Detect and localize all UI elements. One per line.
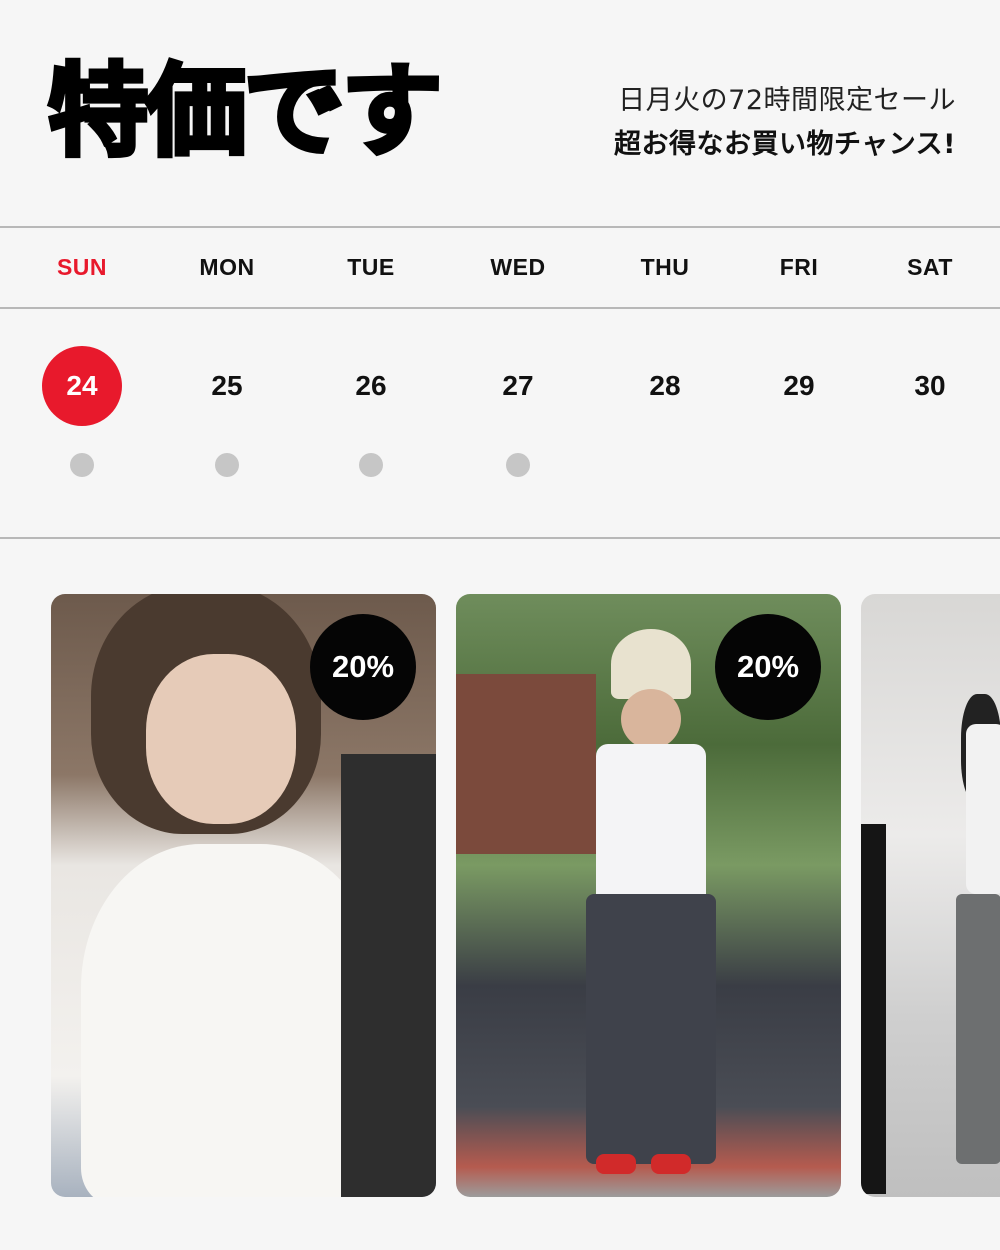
photo-background <box>341 754 436 1197</box>
date-25[interactable]: 25 <box>187 346 267 426</box>
photo-railing <box>861 824 886 1194</box>
sale-day-dot <box>215 453 239 477</box>
date-24-selected[interactable]: 24 <box>42 346 122 426</box>
headline: 特価です <box>46 53 445 170</box>
weekday-thu: THU <box>640 254 690 280</box>
discount-badge: 20% <box>715 614 821 720</box>
date-27[interactable]: 27 <box>478 346 558 426</box>
photo-pants <box>956 894 1000 1164</box>
weekday-wed: WED <box>490 254 546 280</box>
sale-tagline: 超お得なお買い物チャンス! <box>613 129 956 160</box>
sale-day-dot <box>359 453 383 477</box>
weekday-header: SUN MON TUE WED THU FRI SAT <box>0 228 1000 308</box>
photo-shoe <box>651 1154 691 1174</box>
weekday-sat: SAT <box>907 254 953 280</box>
divider-middle <box>0 307 1000 309</box>
sale-period-text: 日月火の72時間限定セール <box>618 85 956 116</box>
weekday-mon: MON <box>199 254 255 280</box>
photo-tshirt <box>596 744 706 914</box>
discount-badge: 20% <box>310 614 416 720</box>
weekday-fri: FRI <box>779 254 819 280</box>
product-card-1[interactable]: 20% <box>51 594 436 1197</box>
promo-header: 特価です 日月火の72時間限定セール 超お得なお買い物チャンス! <box>0 0 1000 226</box>
photo-face <box>621 689 681 749</box>
sale-day-dot <box>506 453 530 477</box>
product-card-2[interactable]: 20% <box>456 594 841 1197</box>
date-26[interactable]: 26 <box>331 346 411 426</box>
photo-pants <box>586 894 716 1164</box>
photo-tshirt <box>966 724 1000 894</box>
weekday-sun: SUN <box>56 254 108 280</box>
divider-bottom <box>0 537 1000 539</box>
date-row: 24 25 26 27 28 29 30 <box>0 310 1000 538</box>
date-29[interactable]: 29 <box>759 346 839 426</box>
date-30[interactable]: 30 <box>890 346 970 426</box>
date-28[interactable]: 28 <box>625 346 705 426</box>
weekday-tue: TUE <box>347 254 395 280</box>
photo-blouse <box>81 844 381 1197</box>
product-carousel[interactable]: 20% 20% <box>0 540 1000 1250</box>
photo-brick-wall <box>456 674 596 854</box>
sale-day-dot <box>70 453 94 477</box>
photo-face <box>146 654 296 824</box>
product-card-3[interactable] <box>861 594 1000 1197</box>
photo-shoe <box>596 1154 636 1174</box>
